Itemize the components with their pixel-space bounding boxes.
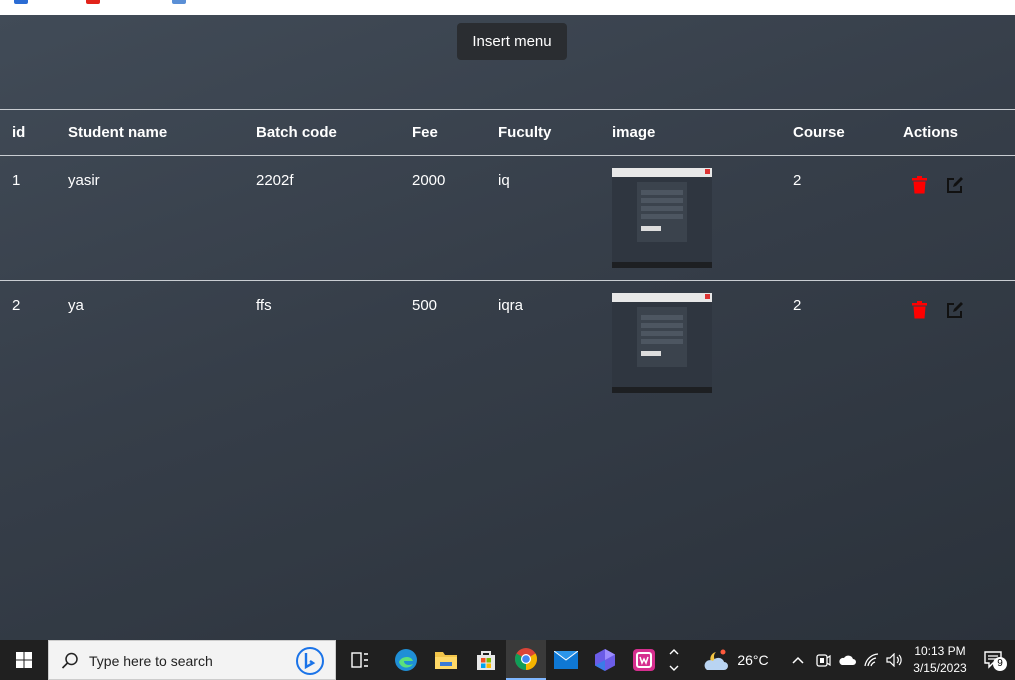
clock-date: 3/15/2023 <box>913 661 967 675</box>
delete-button[interactable] <box>911 176 928 194</box>
weather-widget[interactable]: 26°C <box>700 640 772 680</box>
student-image <box>612 293 712 393</box>
edge-taskbar-button[interactable] <box>386 640 426 680</box>
edit-button[interactable] <box>946 301 963 319</box>
cell-course: 2 <box>793 297 802 314</box>
cell-actions <box>891 281 1015 406</box>
volume-button[interactable] <box>884 640 906 680</box>
edit-icon <box>947 177 963 193</box>
network-button[interactable] <box>862 640 882 680</box>
task-view-button[interactable] <box>343 640 377 680</box>
cell-fee: 2000 <box>400 155 486 281</box>
col-actions-header: Actions <box>891 109 1015 156</box>
notifications-button[interactable]: 9 <box>978 640 1010 680</box>
col-batch-code-header: Batch code <box>244 109 400 156</box>
clock-time: 10:13 PM <box>914 644 966 658</box>
camera-icon <box>816 654 831 667</box>
col-course-header: Course <box>781 109 891 156</box>
file-explorer-taskbar-button[interactable] <box>426 640 466 680</box>
chevron-up-down-icon <box>669 649 679 671</box>
cell-image <box>600 281 781 406</box>
chevron-up-icon <box>792 656 804 664</box>
onedrive-button[interactable] <box>836 640 858 680</box>
col-id-header: id <box>0 109 56 156</box>
app-icon <box>172 0 186 4</box>
delete-button[interactable] <box>911 301 928 319</box>
search-icon <box>61 652 78 669</box>
search-placeholder: Type here to search <box>89 653 213 669</box>
cell-student-name: yasir <box>56 155 244 281</box>
chrome-taskbar-button[interactable] <box>506 640 546 680</box>
trash-icon <box>912 301 927 319</box>
col-student-name-header: Student name <box>56 109 244 156</box>
cell-faculty: iqra <box>498 297 524 314</box>
folder-icon <box>435 652 457 669</box>
browser-top-strip <box>0 0 1015 15</box>
table-row: 2 ya ffs 500 iqra 2 <box>0 281 1015 406</box>
start-button[interactable] <box>0 640 48 680</box>
cell-batch-code: ffs <box>256 297 272 314</box>
store-taskbar-button[interactable] <box>466 640 506 680</box>
bing-icon <box>296 647 324 675</box>
col-faculty-header: Fuculty <box>486 109 600 156</box>
partly-cloudy-night-icon <box>704 649 729 670</box>
clock[interactable]: 10:13 PM 3/15/2023 <box>906 643 974 677</box>
chrome-icon <box>515 648 537 670</box>
edge-icon <box>395 649 417 671</box>
notification-badge: 9 <box>993 657 1007 671</box>
table-header-row: id Student name Batch code Fee Fuculty i… <box>0 109 1015 156</box>
wamp-icon <box>633 649 655 671</box>
copilot-taskbar-button[interactable] <box>586 640 624 680</box>
mail-icon <box>554 651 578 669</box>
mail-taskbar-button[interactable] <box>546 640 586 680</box>
taskbar: Type here to search 26°C 10:13 PM 3/15/2… <box>0 640 1015 680</box>
wamp-taskbar-button[interactable] <box>624 640 664 680</box>
trash-icon <box>912 176 927 194</box>
cell-faculty: iq <box>486 155 600 281</box>
col-fee-header: Fee <box>400 109 486 156</box>
students-table: id Student name Batch code Fee Fuculty i… <box>0 109 1015 406</box>
insert-menu-button[interactable]: Insert menu <box>457 23 567 60</box>
windows-icon <box>16 652 32 668</box>
table-row: 1 yasir 2202f 2000 iq 2 <box>0 155 1015 281</box>
cell-image <box>600 155 781 281</box>
taskbar-search-box[interactable]: Type here to search <box>48 640 336 680</box>
app-icon <box>86 0 100 4</box>
cell-actions <box>891 155 1015 281</box>
cell-id: 1 <box>0 155 56 281</box>
student-image <box>612 168 712 268</box>
cell-student-name: ya <box>68 297 84 314</box>
cell-batch-code: 2202f <box>244 155 400 281</box>
cell-fee: 500 <box>412 297 438 314</box>
meet-now-button[interactable] <box>812 640 834 680</box>
weather-temperature: 26°C <box>737 652 769 668</box>
student-app: Insert menu id Student name Batch code F… <box>0 15 1015 640</box>
hexagon-app-icon <box>595 649 615 671</box>
cloud-icon <box>839 655 856 665</box>
task-view-icon <box>351 652 368 668</box>
cell-course: 2 <box>781 155 891 281</box>
edit-button[interactable] <box>946 176 963 194</box>
app-icon <box>14 0 28 4</box>
speaker-icon <box>886 653 902 667</box>
col-image-header: image <box>600 109 781 156</box>
taskbar-scroll-button[interactable] <box>665 640 683 680</box>
wifi-icon <box>864 653 879 667</box>
store-icon <box>477 651 495 670</box>
edit-icon <box>947 302 963 318</box>
show-hidden-icons-button[interactable] <box>788 640 808 680</box>
cell-id: 2 <box>12 297 21 314</box>
